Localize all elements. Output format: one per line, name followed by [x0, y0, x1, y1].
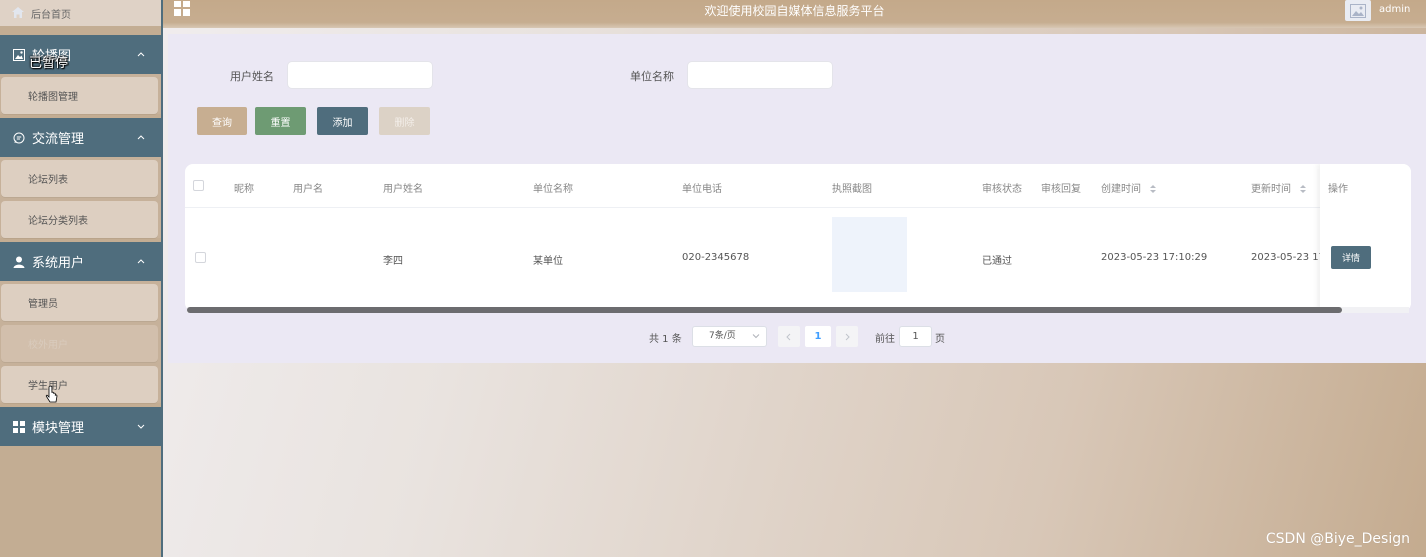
- sort-icon[interactable]: [1150, 184, 1157, 194]
- column-header-label: 更新时间: [1251, 184, 1291, 195]
- sidebar-item-label: 论坛列表: [28, 175, 68, 186]
- column-header-created-at[interactable]: 创建时间: [1101, 180, 1157, 195]
- grid-icon: [12, 420, 25, 433]
- delete-button[interactable]: 删除: [379, 107, 430, 135]
- chevron-up-icon: [137, 52, 145, 57]
- top-bar: 欢迎使用校园自媒体信息服务平台 admin: [163, 0, 1426, 28]
- sidebar-item-home[interactable]: 后台首页: [0, 0, 161, 26]
- image-icon: [12, 48, 25, 61]
- data-table: 昵称 用户名 用户姓名 单位名称 单位电话 执照截图 审核状态 审核回复 创建时…: [185, 164, 1411, 311]
- row-checkbox[interactable]: [195, 252, 206, 263]
- chat-icon: [12, 131, 25, 144]
- column-header-unit-phone: 单位电话: [682, 184, 722, 195]
- sidebar: 后台首页 轮播图 轮播图管理 交流管理 论坛列表 论坛分类列表 系统用户 管理员…: [0, 0, 163, 557]
- cell-updated-at: 2023-05-23 17: [1251, 252, 1326, 263]
- chevron-down-icon: [137, 424, 145, 429]
- avatar[interactable]: [1345, 0, 1371, 21]
- query-button[interactable]: 查询: [197, 107, 247, 135]
- sidebar-group-label: 系统用户: [32, 256, 85, 271]
- sidebar-item-forum-list[interactable]: 论坛列表: [1, 160, 158, 197]
- sidebar-item-label: 轮播图管理: [28, 92, 78, 103]
- paused-overlay: 已暂停: [29, 56, 69, 71]
- pagination-total: 共 1 条: [649, 334, 682, 345]
- unit-name-label: 单位名称: [630, 70, 674, 83]
- chevron-down-icon: [752, 334, 760, 339]
- column-header-nickname: 昵称: [234, 184, 254, 195]
- content-panel: 用户姓名 单位名称 查询 重置 添加 删除 昵称 用户名 用户姓名 单位名称 单…: [168, 34, 1426, 363]
- sidebar-group-label: 模块管理: [32, 421, 85, 436]
- sidebar-item-external-users[interactable]: 校外用户: [1, 325, 158, 362]
- cell-unit-name: 某单位: [533, 256, 563, 267]
- chevron-left-icon: [786, 333, 791, 340]
- unit-name-input[interactable]: [687, 61, 833, 89]
- sidebar-group-system-users[interactable]: 系统用户: [0, 242, 161, 281]
- chevron-right-icon: [845, 333, 850, 340]
- column-header-updated-at[interactable]: 更新时间: [1251, 180, 1307, 195]
- sidebar-group-carousel[interactable]: 轮播图: [0, 35, 161, 74]
- column-header-review-reply: 审核回复: [1041, 184, 1081, 195]
- sidebar-group-forum[interactable]: 交流管理: [0, 118, 161, 157]
- cell-unit-phone: 020-2345678: [682, 252, 750, 263]
- sidebar-item-label: 校外用户: [28, 340, 68, 351]
- sort-icon[interactable]: [1300, 184, 1307, 194]
- image-placeholder-icon: [1350, 3, 1366, 18]
- sidebar-item-carousel-manage[interactable]: 轮播图管理: [1, 77, 158, 114]
- real-name-label: 用户姓名: [230, 70, 274, 83]
- column-header-real-name: 用户姓名: [383, 184, 423, 195]
- user-icon: [12, 255, 25, 268]
- chevron-up-icon: [137, 135, 145, 140]
- header-divider: [185, 207, 1411, 208]
- chevron-up-icon: [137, 259, 145, 264]
- sidebar-item-label: 管理员: [28, 299, 58, 310]
- page-number-current[interactable]: 1: [805, 326, 831, 347]
- column-header-label: 创建时间: [1101, 184, 1141, 195]
- goto-page-input[interactable]: 1: [899, 326, 932, 347]
- prev-page-button[interactable]: [778, 326, 800, 347]
- real-name-input[interactable]: [287, 61, 433, 89]
- reset-button[interactable]: 重置: [255, 107, 306, 135]
- username[interactable]: admin: [1379, 4, 1410, 15]
- sidebar-home-label: 后台首页: [31, 9, 71, 21]
- cell-review-status: 已通过: [982, 256, 1012, 267]
- column-header-license-image: 执照截图: [832, 184, 872, 195]
- page-size-select[interactable]: 7条/页: [692, 326, 767, 347]
- add-button[interactable]: 添加: [317, 107, 368, 135]
- sidebar-item-forum-category[interactable]: 论坛分类列表: [1, 201, 158, 238]
- cell-real-name: 李四: [383, 256, 403, 267]
- page-size-value: 7条/页: [709, 331, 736, 341]
- license-image-thumbnail[interactable]: [832, 217, 907, 292]
- horizontal-scrollbar-thumb[interactable]: [187, 307, 1342, 313]
- sidebar-group-modules[interactable]: 模块管理: [0, 407, 161, 446]
- sidebar-item-admin[interactable]: 管理员: [1, 284, 158, 321]
- sidebar-item-label: 论坛分类列表: [28, 216, 88, 227]
- page-title: 欢迎使用校园自媒体信息服务平台: [704, 4, 885, 18]
- goto-prefix: 前往: [875, 334, 895, 345]
- column-header-actions: 操作: [1328, 184, 1348, 195]
- next-page-button[interactable]: [836, 326, 858, 347]
- sidebar-group-label: 交流管理: [32, 132, 85, 147]
- select-all-checkbox[interactable]: [193, 180, 204, 191]
- cell-created-at: 2023-05-23 17:10:29: [1101, 252, 1208, 263]
- actions-column: 操作 详情: [1320, 164, 1411, 311]
- detail-button[interactable]: 详情: [1331, 246, 1371, 269]
- column-header-review-status: 审核状态: [982, 184, 1022, 195]
- column-header-username: 用户名: [293, 184, 323, 195]
- goto-suffix: 页: [935, 334, 945, 345]
- sidebar-item-student-users[interactable]: 学生用户: [1, 366, 158, 403]
- home-icon: [12, 7, 26, 19]
- watermark: CSDN @Biye_Design: [1265, 531, 1410, 547]
- mouse-cursor-icon: [45, 385, 58, 403]
- column-header-unit-name: 单位名称: [533, 184, 573, 195]
